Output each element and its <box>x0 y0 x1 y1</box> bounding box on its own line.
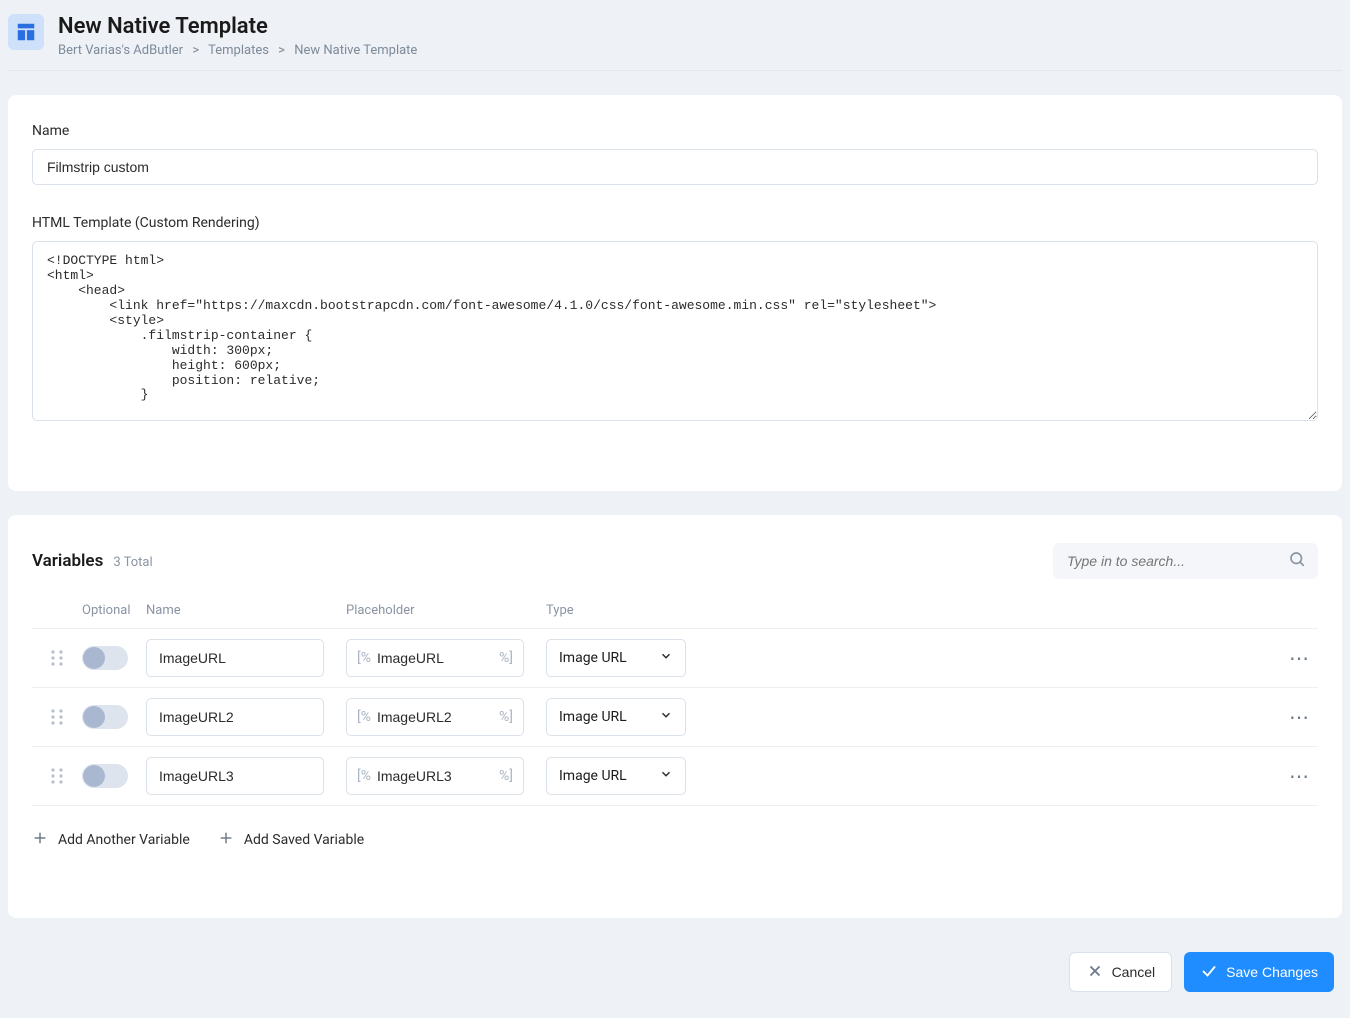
breadcrumb: Bert Varias's AdButler > Templates > New… <box>58 43 417 58</box>
row-actions-button[interactable]: ⋯ <box>1278 646 1318 670</box>
check-icon <box>1200 962 1218 983</box>
col-name: Name <box>146 603 346 618</box>
variable-type-select[interactable]: Image URL <box>546 757 686 795</box>
breadcrumb-sep-icon: > <box>186 43 205 58</box>
template-icon <box>8 14 44 50</box>
row-actions-button[interactable]: ⋯ <box>1278 705 1318 729</box>
chevron-down-icon <box>659 767 673 785</box>
add-variable-button[interactable]: Add Another Variable <box>32 830 190 850</box>
close-icon <box>1086 962 1104 983</box>
cancel-button[interactable]: Cancel <box>1069 952 1173 992</box>
variables-title: Variables <box>32 551 103 571</box>
add-saved-variable-button[interactable]: Add Saved Variable <box>218 830 364 850</box>
footer-actions: Cancel Save Changes <box>8 942 1342 1008</box>
breadcrumb-link-root[interactable]: Bert Varias's AdButler <box>58 43 183 58</box>
page-title: New Native Template <box>58 14 417 39</box>
variable-type-select[interactable]: Image URL <box>546 639 686 677</box>
plus-icon <box>32 830 48 850</box>
variable-placeholder-field[interactable]: [% %] <box>346 639 524 677</box>
card-variables: Variables 3 Total Optional Name Placehol… <box>8 515 1342 918</box>
cancel-label: Cancel <box>1112 964 1156 980</box>
page-header: New Native Template Bert Varias's AdButl… <box>8 8 1342 71</box>
variable-placeholder-field[interactable]: [% %] <box>346 757 524 795</box>
variable-name-input[interactable] <box>146 639 324 677</box>
plus-icon <box>218 830 234 850</box>
optional-toggle[interactable] <box>82 705 128 729</box>
breadcrumb-link-templates[interactable]: Templates <box>208 43 269 58</box>
name-label: Name <box>32 123 1318 139</box>
optional-toggle[interactable] <box>82 646 128 670</box>
chevron-down-icon <box>659 708 673 726</box>
bracket-open-icon: [% <box>357 709 371 725</box>
breadcrumb-sep-icon: > <box>272 43 291 58</box>
chevron-down-icon <box>659 649 673 667</box>
variable-name-input[interactable] <box>146 757 324 795</box>
breadcrumb-current: New Native Template <box>294 43 417 58</box>
variables-count: 3 Total <box>113 555 152 570</box>
variable-type-value: Image URL <box>559 768 627 784</box>
col-optional: Optional <box>82 603 146 618</box>
html-template-textarea[interactable] <box>32 241 1318 421</box>
bracket-open-icon: [% <box>357 650 371 666</box>
bracket-close-icon: %] <box>499 709 513 725</box>
variable-placeholder-input[interactable] <box>377 768 493 784</box>
search-icon <box>1288 550 1306 572</box>
card-template: Name HTML Template (Custom Rendering) <box>8 95 1342 491</box>
save-button[interactable]: Save Changes <box>1184 952 1334 992</box>
optional-toggle[interactable] <box>82 764 128 788</box>
variable-row: [% %] Image URL ⋯ <box>32 746 1318 805</box>
variable-name-input[interactable] <box>146 698 324 736</box>
variable-placeholder-field[interactable]: [% %] <box>346 698 524 736</box>
row-actions-button[interactable]: ⋯ <box>1278 764 1318 788</box>
variable-type-select[interactable]: Image URL <box>546 698 686 736</box>
add-variable-label: Add Another Variable <box>58 832 190 848</box>
name-input[interactable] <box>32 149 1318 185</box>
variable-placeholder-input[interactable] <box>377 709 493 725</box>
col-type: Type <box>546 603 746 618</box>
drag-handle-icon[interactable] <box>32 649 82 667</box>
drag-handle-icon[interactable] <box>32 767 82 785</box>
variable-type-value: Image URL <box>559 709 627 725</box>
variables-table: Optional Name Placeholder Type [% <box>32 597 1318 806</box>
variable-type-value: Image URL <box>559 650 627 666</box>
add-saved-variable-label: Add Saved Variable <box>244 832 364 848</box>
drag-handle-icon[interactable] <box>32 708 82 726</box>
variable-placeholder-input[interactable] <box>377 650 493 666</box>
variable-row: [% %] Image URL ⋯ <box>32 628 1318 687</box>
html-template-label: HTML Template (Custom Rendering) <box>32 215 1318 231</box>
search-input[interactable] <box>1053 543 1318 579</box>
bracket-close-icon: %] <box>499 650 513 666</box>
bracket-open-icon: [% <box>357 768 371 784</box>
bracket-close-icon: %] <box>499 768 513 784</box>
save-label: Save Changes <box>1226 964 1318 980</box>
variable-row: [% %] Image URL ⋯ <box>32 687 1318 746</box>
col-placeholder: Placeholder <box>346 603 546 618</box>
